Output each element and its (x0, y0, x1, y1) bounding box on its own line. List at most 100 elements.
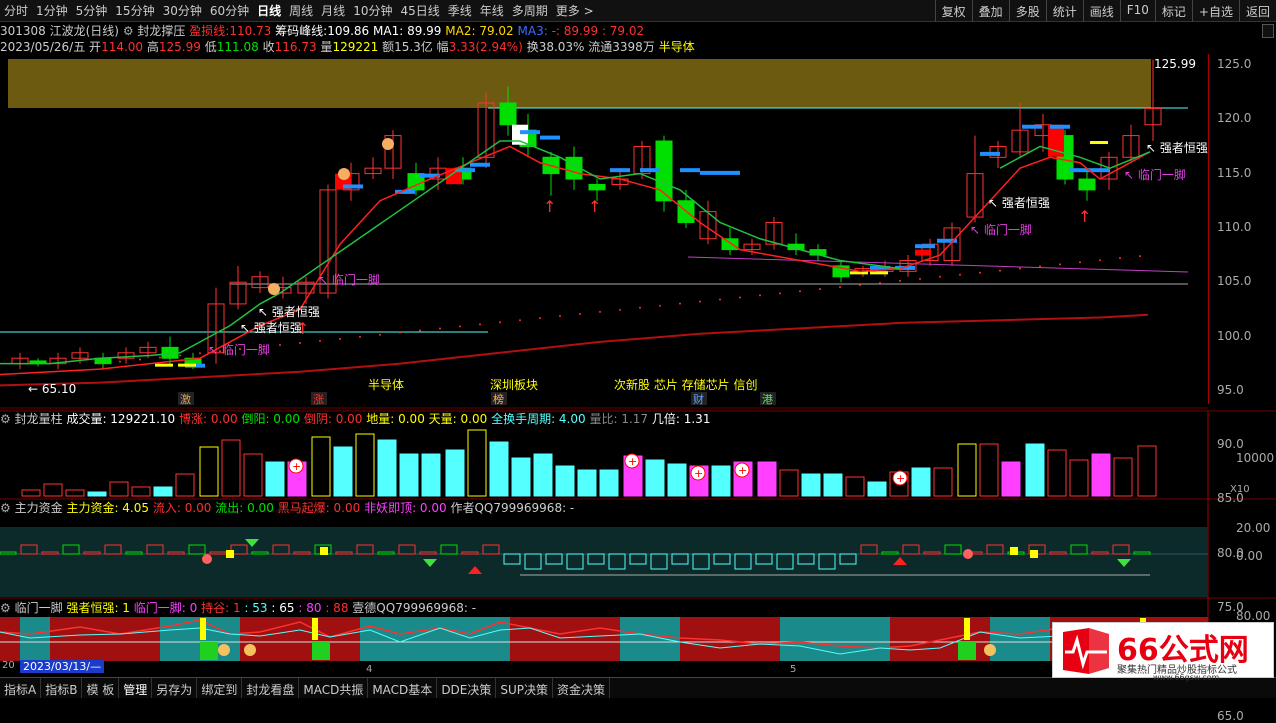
plus-glyph: + (292, 460, 301, 473)
volume-bar (845, 476, 865, 497)
tool-4[interactable]: 画线 (1082, 0, 1120, 22)
period-1[interactable]: 1分钟 (32, 2, 72, 19)
kline-chart[interactable]: ↖ 临门一脚 ↖ 强者恒强 ↖ 强者恒强 ↖ 临门一脚 ↖ 强者恒强 ↖ 临门一脚 ↖ 强者… (0, 22, 1276, 678)
lm-l1: 强者恒强: 1 (66, 601, 130, 615)
lm-l3: 持谷: 1 (201, 601, 241, 615)
logo-mark-icon (1063, 628, 1109, 674)
bottom-tab-0[interactable]: 指标A (0, 678, 42, 698)
fund-yellow (320, 547, 328, 555)
tool-0[interactable]: 复权 (934, 0, 972, 22)
vol-l9: 几倍: 1.31 (651, 412, 711, 426)
price-tick: 95.0 (1217, 382, 1244, 397)
volume-bar (199, 446, 219, 497)
tool-5[interactable]: F10 (1119, 0, 1155, 22)
price-tick: 65.0 (1217, 708, 1244, 723)
dot-marker (579, 313, 581, 316)
chip-bar (1090, 168, 1110, 173)
dot-marker (479, 323, 481, 326)
bottom-tab-9[interactable]: DDE决策 (437, 678, 497, 698)
period-9[interactable]: 10分钟 (349, 2, 396, 19)
period-5[interactable]: 60分钟 (206, 2, 253, 19)
dot-marker (939, 275, 941, 278)
dot-marker (539, 317, 541, 320)
tool-6[interactable]: 标记 (1154, 0, 1192, 22)
period-7[interactable]: 周线 (285, 2, 317, 19)
bottom-tab-4[interactable]: 另存为 (152, 678, 198, 698)
fund-panel-name: 主力资金 (14, 501, 63, 515)
bottom-tab-1[interactable]: 指标B (41, 678, 83, 698)
bottom-tab-5[interactable]: 绑定到 (197, 678, 243, 698)
dot-marker (659, 304, 661, 307)
event-tag-0: 激 (180, 392, 191, 406)
volume-bar (377, 439, 397, 497)
bottom-tab-8[interactable]: MACD基本 (368, 678, 438, 698)
fund-l2: 流入: 0.00 (152, 501, 212, 515)
volume-bar (823, 473, 843, 497)
period-12[interactable]: 年线 (476, 2, 508, 19)
gear-icon[interactable]: ⚙ (0, 501, 11, 515)
dot-marker (759, 294, 761, 297)
dot-marker (1059, 263, 1061, 266)
dot-marker (399, 331, 401, 334)
annotation-3: ↖ 临门一脚 (318, 272, 380, 287)
dot-marker (359, 335, 361, 338)
tool-8[interactable]: 返回 (1238, 0, 1276, 22)
period-2[interactable]: 5分钟 (72, 2, 112, 19)
bottom-tab-3[interactable]: 管理 (119, 678, 153, 698)
lm-l4: : 53 (244, 601, 268, 615)
dot-marker (699, 300, 701, 303)
period-4[interactable]: 30分钟 (159, 2, 206, 19)
price-tick: 115.0 (1217, 165, 1252, 180)
dot-marker (679, 302, 681, 305)
period-14[interactable]: 更多 > (552, 2, 598, 19)
bottom-tab-11[interactable]: 资金决策 (553, 678, 611, 698)
bottom-tab-10[interactable]: SUP决策 (496, 678, 554, 698)
lm-l6: : 80 (298, 601, 322, 615)
vol-l3: 倒阳: 0.00 (241, 412, 301, 426)
event-tag-1: 涨 (313, 393, 324, 406)
sector-label: 次新股 芯片 存储芯片 信创 (614, 377, 757, 392)
gear-icon[interactable]: ⚙ (0, 412, 11, 426)
dot-marker (959, 273, 961, 276)
tool-2[interactable]: 多股 (1008, 0, 1046, 22)
cursor-date: 2023/03/13/— (20, 660, 105, 673)
period-3[interactable]: 15分钟 (111, 2, 158, 19)
dot-marker (519, 319, 521, 322)
lm-bg-segment (0, 617, 20, 661)
plus-glyph: + (694, 467, 703, 480)
dot-marker (459, 325, 461, 328)
period-10[interactable]: 45日线 (396, 2, 443, 19)
up-arrow-icon: ↑ (588, 197, 601, 216)
dot-marker (999, 269, 1001, 272)
vol-l5: 地量: 0.00 (366, 412, 425, 426)
volume-bar (1001, 461, 1021, 497)
sector-label: 深圳板块 (490, 378, 538, 392)
volume-bar (445, 449, 465, 497)
dot-marker (619, 308, 621, 311)
tool-7[interactable]: +自选 (1191, 0, 1239, 22)
period-11[interactable]: 季线 (444, 2, 476, 19)
tool-1[interactable]: 叠加 (971, 0, 1009, 22)
period-13[interactable]: 多周期 (508, 2, 552, 19)
vol-l1: 成交量: 129221.10 (66, 412, 176, 426)
volume-bar (399, 453, 419, 497)
period-6[interactable]: 日线 (253, 2, 285, 19)
dot-marker (719, 298, 721, 301)
watermark-logo: 66公式网 聚集热门精品炒股指标公式 www.66gsw.com (1052, 622, 1274, 682)
gear-icon[interactable]: ⚙ (0, 601, 11, 615)
up-arrow-icon: ↑ (296, 319, 309, 338)
fund-yellow (226, 550, 234, 558)
period-8[interactable]: 月线 (317, 2, 349, 19)
bottom-tab-7[interactable]: MACD共振 (299, 678, 369, 698)
dot-marker (899, 279, 901, 282)
volume-bar (65, 489, 85, 497)
volume-bar (911, 467, 931, 497)
tool-3[interactable]: 统计 (1045, 0, 1083, 22)
bottom-tab-6[interactable]: 封龙看盘 (242, 678, 300, 698)
fund-l1: 主力资金: 4.05 (66, 501, 150, 515)
dot-marker (599, 310, 601, 313)
lm-bg-segment (510, 617, 620, 661)
period-0[interactable]: 分时 (0, 2, 32, 19)
bottom-tab-2[interactable]: 模 板 (82, 678, 120, 698)
fund-l5: 非妖即顶: 0.00 (364, 501, 447, 515)
